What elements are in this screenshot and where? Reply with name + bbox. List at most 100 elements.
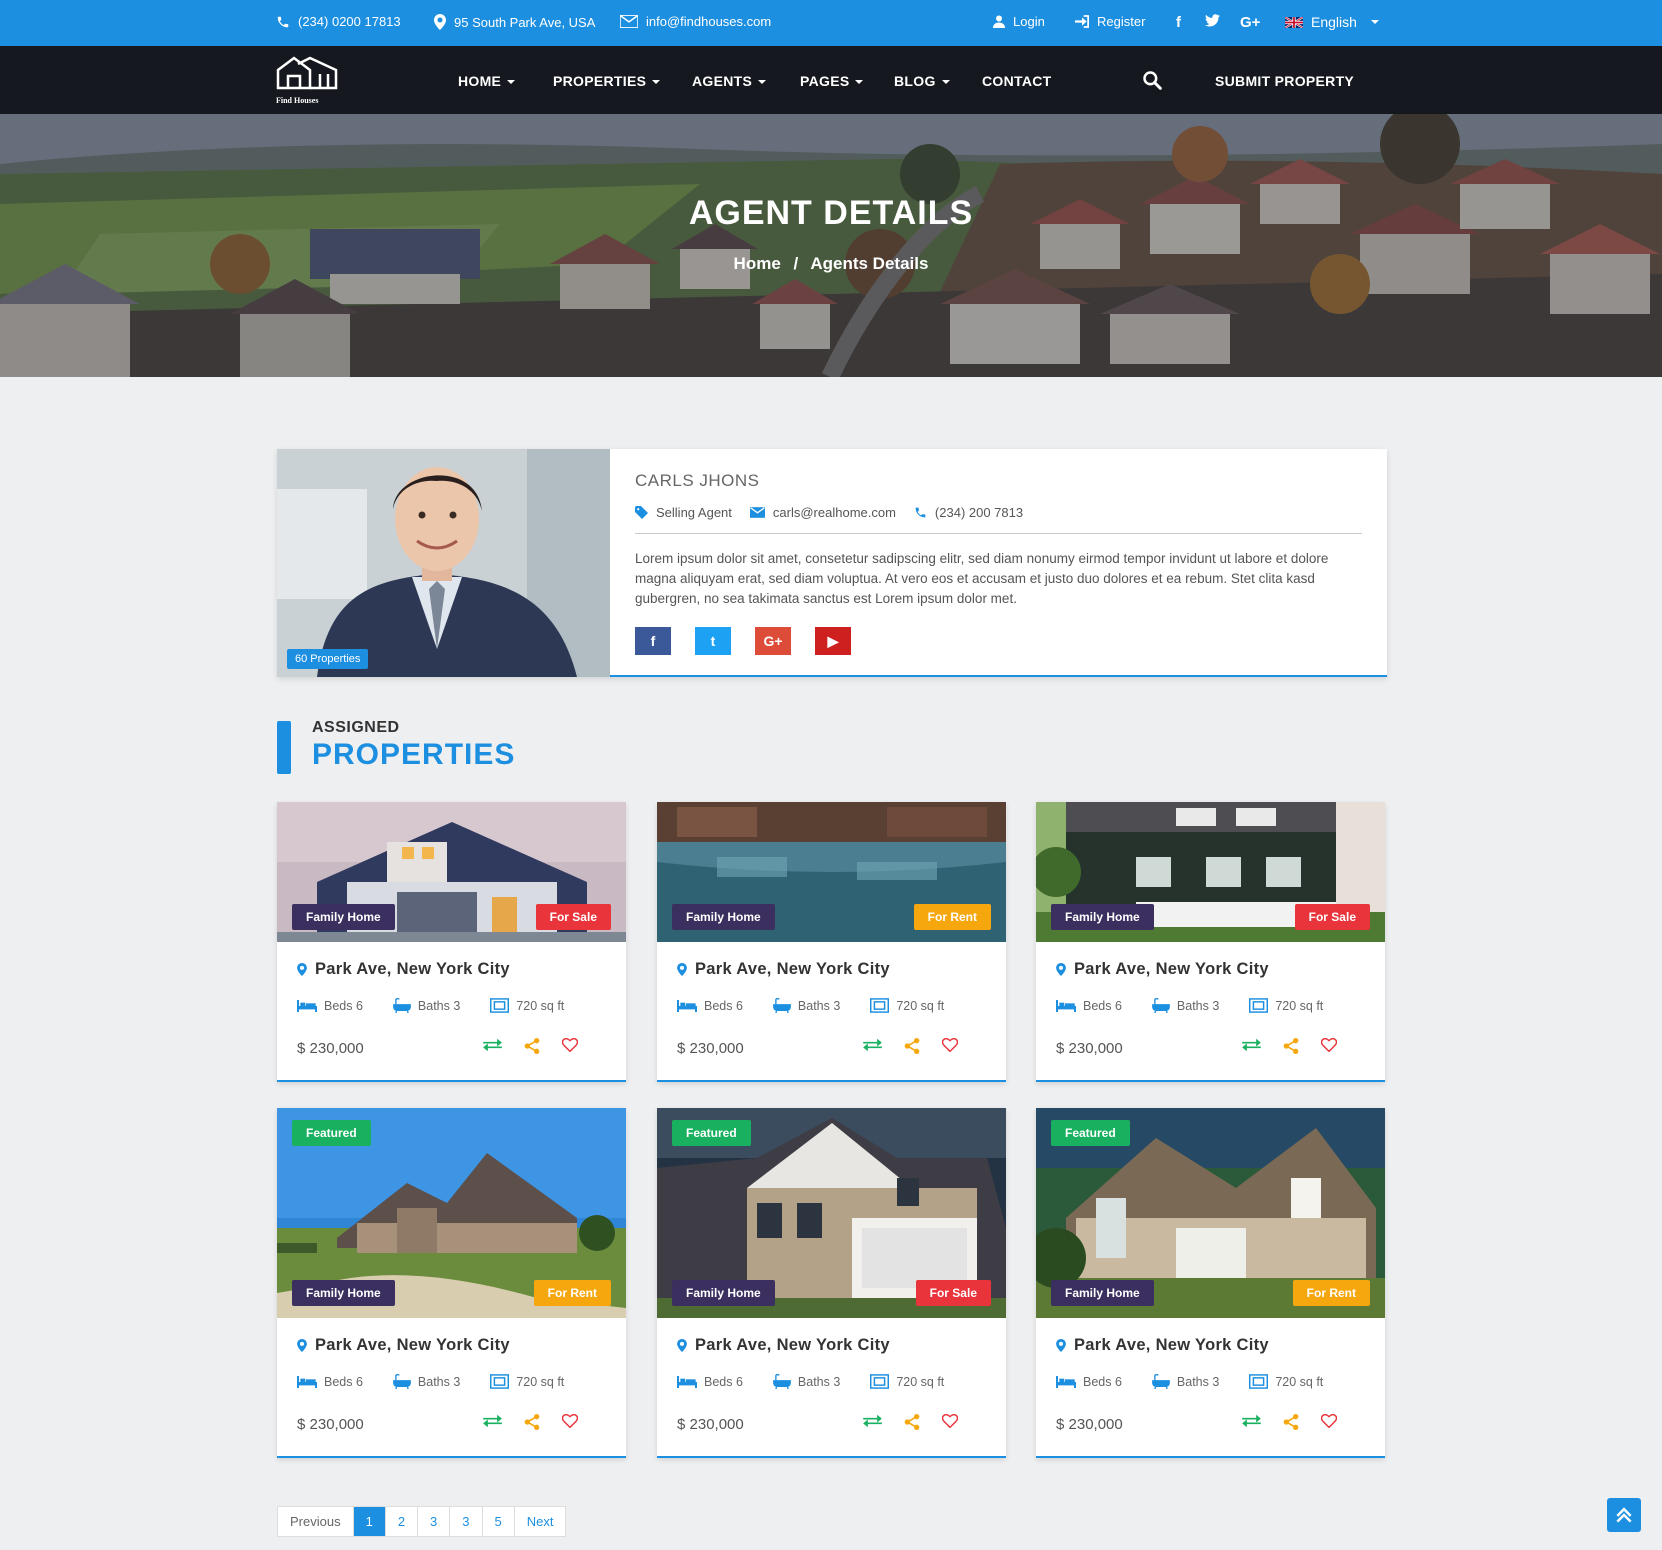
- heart-icon[interactable]: [942, 1414, 958, 1428]
- register-link[interactable]: Register: [1075, 14, 1145, 29]
- breadcrumb: Home / Agents Details: [0, 254, 1662, 274]
- property-title[interactable]: Park Ave, New York City: [1056, 960, 1269, 979]
- property-area-text: 720 sq ft: [516, 1374, 565, 1389]
- twitter-button[interactable]: t: [695, 627, 731, 655]
- property-type-badge: Family Home: [292, 904, 395, 930]
- share-icon[interactable]: [524, 1414, 540, 1430]
- property-actions: [863, 1038, 958, 1054]
- property-features: Beds 6 Baths 3 720 sq ft: [677, 1374, 944, 1389]
- map-marker-icon: [1056, 1339, 1066, 1352]
- topbar-email[interactable]: info@findhouses.com: [620, 14, 771, 29]
- nav-home[interactable]: HOME: [458, 73, 516, 89]
- nav-blog[interactable]: BLOG: [894, 73, 950, 89]
- property-image[interactable]: Family Home For Sale: [277, 802, 626, 942]
- property-baths-text: Baths 3: [417, 998, 461, 1013]
- compare-icon[interactable]: [863, 1038, 882, 1052]
- nav-pages[interactable]: PAGES: [800, 73, 864, 89]
- google-plus-button[interactable]: G+: [755, 627, 791, 655]
- property-image[interactable]: Featured Family Home For Rent: [1036, 1108, 1385, 1318]
- bathtub-icon: [1152, 1374, 1170, 1389]
- section-accent-bar: [277, 721, 291, 774]
- property-area: 720 sq ft: [870, 998, 944, 1013]
- property-title[interactable]: Park Ave, New York City: [297, 960, 510, 979]
- topbar-phone[interactable]: (234) 0200 17813: [276, 14, 401, 29]
- twitter-icon[interactable]: [1205, 14, 1220, 27]
- agent-phone-text: (234) 200 7813: [934, 505, 1024, 520]
- property-title[interactable]: Park Ave, New York City: [297, 1336, 510, 1355]
- property-beds: Beds 6: [677, 1374, 743, 1389]
- village-landscape-image: [0, 114, 1662, 377]
- share-icon[interactable]: [524, 1038, 540, 1054]
- heart-icon[interactable]: [562, 1414, 578, 1428]
- area-icon: [490, 998, 510, 1013]
- map-marker-icon: [297, 1339, 307, 1352]
- share-icon[interactable]: [1283, 1414, 1299, 1430]
- pagination-page-button[interactable]: 2: [386, 1507, 419, 1536]
- chevron-down-icon: [758, 80, 767, 85]
- property-features: Beds 6 Baths 3 720 sq ft: [677, 998, 944, 1013]
- pagination-page-button[interactable]: 3: [418, 1507, 451, 1536]
- pagination-next-button[interactable]: Next: [515, 1507, 566, 1536]
- search-icon[interactable]: [1142, 70, 1162, 95]
- compare-icon[interactable]: [863, 1414, 882, 1428]
- pagination-page-button[interactable]: 3: [450, 1507, 483, 1536]
- property-title[interactable]: Park Ave, New York City: [677, 960, 890, 979]
- heart-icon[interactable]: [1321, 1038, 1337, 1052]
- nav-properties[interactable]: PROPERTIES: [553, 73, 661, 89]
- property-features: Beds 6 Baths 3 720 sq ft: [1056, 998, 1323, 1013]
- compare-icon[interactable]: [483, 1414, 502, 1428]
- property-features: Beds 6 Baths 3 720 sq ft: [297, 998, 564, 1013]
- agent-email-text: carls@realhome.com: [772, 505, 896, 520]
- scroll-to-top-button[interactable]: [1607, 1498, 1641, 1532]
- property-area: 720 sq ft: [1249, 998, 1323, 1013]
- breadcrumb-home[interactable]: Home: [734, 254, 781, 273]
- property-title[interactable]: Park Ave, New York City: [677, 1336, 890, 1355]
- property-card[interactable]: Featured Family Home For Rent Park Ave, New…: [1036, 1108, 1385, 1458]
- chevron-down-icon: [1370, 20, 1379, 24]
- heart-icon[interactable]: [562, 1038, 578, 1052]
- youtube-button[interactable]: ▶: [815, 627, 851, 655]
- login-link[interactable]: Login: [993, 14, 1045, 29]
- property-card[interactable]: Family Home For Sale Park Ave, New York Ci…: [1036, 802, 1385, 1082]
- heart-icon[interactable]: [942, 1038, 958, 1052]
- hero-banner: AGENT DETAILS Home / Agents Details: [0, 114, 1662, 377]
- property-card[interactable]: Featured Family Home For Rent Park Ave, New…: [277, 1108, 626, 1458]
- share-icon[interactable]: [1283, 1038, 1299, 1054]
- house-logo-icon: [276, 56, 338, 90]
- google-plus-icon[interactable]: G+: [1240, 14, 1260, 31]
- section-title: PROPERTIES: [312, 738, 516, 771]
- agent-phone[interactable]: (234) 200 7813: [914, 505, 1023, 520]
- property-card[interactable]: Family Home For Sale Park Ave, New York Ci…: [277, 802, 626, 1082]
- bed-icon: [297, 1375, 317, 1388]
- facebook-button[interactable]: f: [635, 627, 671, 655]
- property-area: 720 sq ft: [490, 998, 564, 1013]
- nav-agents[interactable]: AGENTS: [692, 73, 767, 89]
- pagination-page-button[interactable]: 1: [353, 1507, 386, 1536]
- compare-icon[interactable]: [1242, 1038, 1261, 1052]
- nav-contact[interactable]: CONTACT: [982, 73, 1052, 89]
- property-image[interactable]: Family Home For Sale: [1036, 802, 1385, 942]
- share-icon[interactable]: [904, 1414, 920, 1430]
- property-image[interactable]: Featured Family Home For Rent: [277, 1108, 626, 1318]
- share-icon[interactable]: [904, 1038, 920, 1054]
- property-card[interactable]: Featured Family Home For Sale Park Ave, New…: [657, 1108, 1006, 1458]
- pagination-previous-button[interactable]: Previous: [278, 1507, 354, 1536]
- agent-meta: Selling Agent carls@realhome.com (234) 2…: [635, 505, 1023, 520]
- agent-email[interactable]: carls@realhome.com: [749, 505, 896, 520]
- heart-icon[interactable]: [1321, 1414, 1337, 1428]
- compare-icon[interactable]: [1242, 1414, 1261, 1428]
- compare-icon[interactable]: [483, 1038, 502, 1052]
- property-image[interactable]: Featured Family Home For Sale: [657, 1108, 1006, 1318]
- facebook-icon[interactable]: f: [1176, 14, 1181, 31]
- submit-property-button[interactable]: SUBMIT PROPERTY: [1215, 73, 1354, 89]
- site-logo[interactable]: Find Houses: [276, 56, 340, 105]
- topbar-email-text: info@findhouses.com: [646, 14, 772, 29]
- property-image[interactable]: Family Home For Rent: [657, 802, 1006, 942]
- property-beds-text: Beds 6: [1083, 998, 1122, 1013]
- agent-role-text: Selling Agent: [656, 505, 732, 520]
- property-title[interactable]: Park Ave, New York City: [1056, 1336, 1269, 1355]
- property-beds-text: Beds 6: [1083, 1374, 1122, 1389]
- property-card[interactable]: Family Home For Rent Park Ave, New York Ci…: [657, 802, 1006, 1082]
- language-select[interactable]: English: [1285, 14, 1379, 30]
- pagination-page-button[interactable]: 5: [483, 1507, 515, 1536]
